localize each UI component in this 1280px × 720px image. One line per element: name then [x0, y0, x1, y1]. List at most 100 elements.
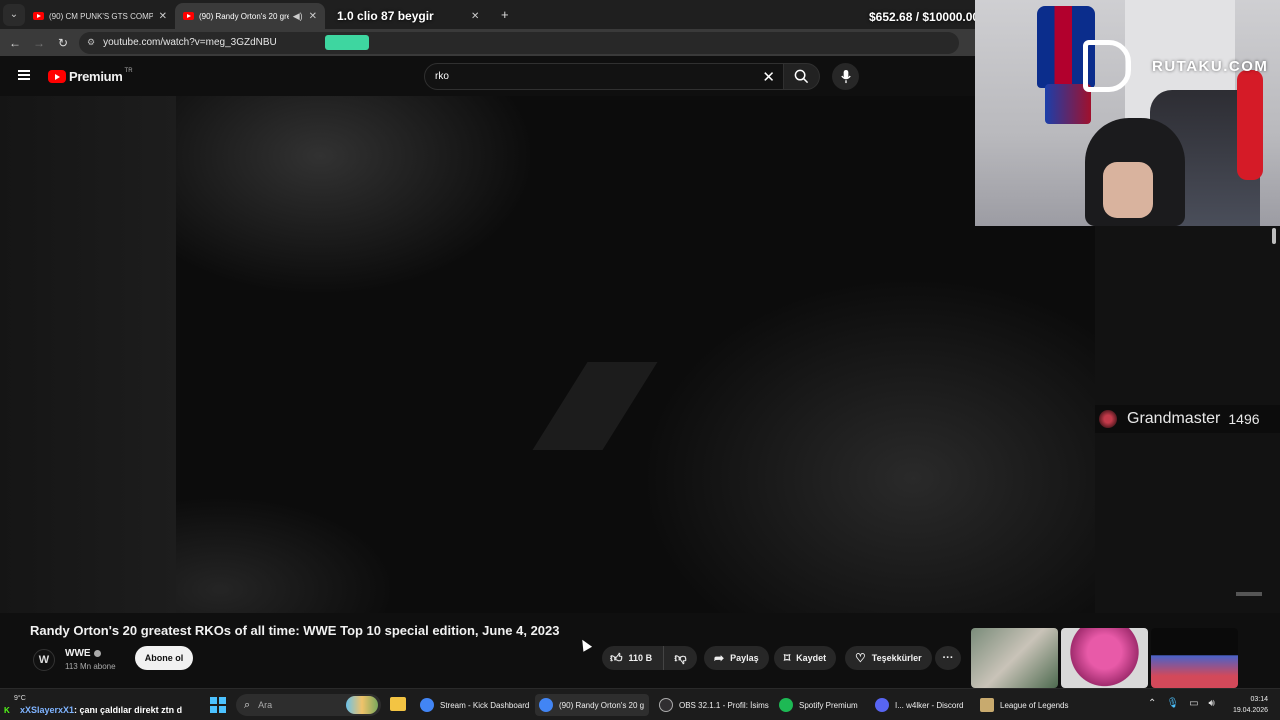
tab-cm-punk[interactable]: (90) CM PUNK'S GTS COMPILATI ✕ — [25, 3, 175, 29]
back-icon[interactable]: ← — [3, 36, 27, 50]
taskbar-app-league[interactable]: League of Legends — [976, 694, 1076, 716]
thanks-button[interactable]: ♡ Teşekkürler — [845, 646, 932, 670]
youtube-header: Premium TR rko ✕ — [0, 56, 975, 96]
video-title: Randy Orton's 20 greatest RKOs of all ti… — [30, 623, 560, 638]
subscriber-count: 113 Mn abone — [65, 662, 116, 671]
taskbar-search-input[interactable]: ⌕ Ara — [236, 694, 381, 716]
share-button[interactable]: ➦ Paylaş — [704, 646, 769, 670]
site-info-icon[interactable]: ⚙ — [87, 37, 95, 48]
rank-points: 1496 — [1228, 411, 1260, 427]
tab-randy-orton[interactable]: (90) Randy Orton's 20 great ◀) ✕ — [175, 3, 325, 29]
new-tab-button[interactable]: + — [501, 7, 509, 22]
related-video-thumbnail[interactable] — [1061, 628, 1148, 688]
address-bar: ← → ↻ ⚙ youtube.com/watch?v=meg_3GZdNBU — [0, 29, 975, 56]
webcam-microphone — [1237, 70, 1263, 180]
taskbar-app-discord[interactable]: I... w4lker - Discord — [871, 694, 971, 716]
clear-search-icon[interactable]: ✕ — [762, 68, 775, 86]
related-video-thumbnail[interactable] — [971, 628, 1058, 688]
taskbar-app-label: OBS 32.1.1 - Profil: İsimsi — [679, 700, 769, 710]
brand-text: RUTAKU.COM — [1152, 58, 1269, 75]
search-icon — [794, 69, 809, 84]
youtube-favicon-icon — [183, 12, 194, 20]
close-tab-icon[interactable]: ✕ — [159, 11, 167, 22]
verified-icon — [93, 649, 101, 657]
search-input[interactable]: rko ✕ — [424, 63, 784, 90]
share-label: Paylaş — [730, 653, 759, 663]
webcam-face — [1103, 162, 1153, 218]
like-dislike-group: 👍︎ 110 B 👎︎ — [602, 646, 697, 670]
kick-icon: K — [4, 706, 10, 715]
video-noise — [176, 496, 396, 613]
taskbar-app-label: Spotify Premium — [799, 700, 858, 710]
discord-icon — [875, 698, 889, 712]
spotify-icon — [779, 698, 793, 712]
chevron-up-icon[interactable]: ⌃ — [1148, 698, 1156, 709]
thumbs-up-icon: 👍︎ — [610, 650, 623, 665]
rank-name: Grandmaster — [1127, 410, 1221, 427]
screen: ⌄ (90) CM PUNK'S GTS COMPILATI ✕ (90) Ra… — [0, 0, 1280, 720]
microphone-icon — [840, 69, 851, 84]
overlay-green-bar — [325, 35, 369, 50]
search-button[interactable] — [784, 63, 820, 90]
url-text: youtube.com/watch?v=meg_3GZdNBU — [103, 37, 277, 48]
close-tab-icon[interactable]: ✕ — [471, 11, 479, 22]
search-icon: ⌕ — [244, 698, 251, 711]
voice-search-button[interactable] — [832, 63, 859, 90]
close-tab-icon[interactable]: ✕ — [309, 11, 317, 22]
car-overlay-text: 1.0 clio 87 beygir — [337, 9, 434, 23]
rank-badge: Grandmaster 1496 — [1095, 405, 1280, 433]
related-video-thumbnail[interactable] — [1151, 628, 1238, 688]
search-value: rko — [435, 71, 449, 82]
save-label: Kaydet — [796, 653, 827, 663]
rank-gem-icon — [1099, 410, 1117, 428]
file-explorer-icon[interactable] — [390, 697, 406, 711]
monitor-icon[interactable]: ▭ — [1189, 698, 1198, 709]
like-button[interactable]: 👍︎ 110 B — [602, 646, 664, 670]
scrollbar-thumb[interactable] — [1272, 228, 1276, 244]
video-left-panel — [0, 96, 176, 613]
browser-tab-strip: ⌄ (90) CM PUNK'S GTS COMPILATI ✕ (90) Ra… — [0, 0, 975, 29]
related-thumbnails — [971, 628, 1280, 688]
taskbar: 9°C K xXSlayerxX1: çanı çaldılar direkt … — [0, 688, 1280, 720]
video-player[interactable] — [0, 96, 1095, 613]
chat-marquee: xXSlayerxX1: çanı çaldılar direkt ztn d — [20, 705, 182, 715]
volume-icon[interactable]: 🔊︎ — [1209, 698, 1215, 709]
subscribe-watermark — [1236, 592, 1262, 596]
youtube-logo[interactable]: Premium TR — [48, 68, 133, 84]
reload-icon[interactable]: ↻ — [51, 36, 75, 50]
taskbar-app-label: League of Legends — [1000, 700, 1069, 710]
league-of-legends-icon — [980, 698, 994, 712]
system-tray: ⌃ 🎙︎ ▭ 🔊︎ — [1148, 698, 1215, 709]
more-actions-button[interactable]: ··· — [935, 646, 961, 670]
weather-widget[interactable]: 9°C — [14, 695, 26, 702]
chat-text: : çanı çaldılar direkt ztn d — [74, 705, 183, 715]
clock[interactable]: 03:14 19.04.2026 — [1228, 694, 1268, 716]
video-noise — [176, 96, 536, 296]
save-button[interactable]: ⌑ Kaydet — [774, 646, 837, 670]
tab-search-dropdown-icon[interactable]: ⌄ — [3, 3, 25, 26]
dislike-button[interactable]: 👎︎ — [664, 646, 697, 670]
video-meta: Randy Orton's 20 greatest RKOs of all ti… — [0, 613, 975, 688]
windows-start-icon[interactable] — [210, 697, 226, 713]
menu-icon[interactable] — [18, 70, 30, 80]
url-field[interactable]: ⚙ youtube.com/watch?v=meg_3GZdNBU — [79, 31, 959, 54]
webcam-overlay: RUTAKU.COM — [975, 0, 1280, 226]
channel-avatar[interactable]: W — [33, 649, 55, 671]
forward-icon[interactable]: → — [27, 36, 51, 50]
tab-title: (90) Randy Orton's 20 great — [199, 11, 289, 21]
brand-logo-icon — [1083, 40, 1131, 92]
tab-title: (90) CM PUNK'S GTS COMPILATI — [49, 11, 153, 21]
microphone-icon[interactable]: 🎙︎ — [1166, 698, 1179, 709]
thumbs-down-icon: 👎︎ — [674, 650, 687, 665]
taskbar-app-obs[interactable]: OBS 32.1.1 - Profil: İsimsi — [655, 694, 769, 716]
obs-icon — [659, 698, 673, 712]
taskbar-app-chrome-youtube[interactable]: (90) Randy Orton's 20 g — [535, 694, 649, 716]
search-highlight-icon — [346, 696, 378, 714]
clock-date: 19.04.2026 — [1232, 707, 1268, 714]
speaker-icon[interactable]: ◀) — [293, 11, 303, 22]
taskbar-app-spotify[interactable]: Spotify Premium — [775, 694, 867, 716]
taskbar-app-chrome-kick[interactable]: Stream - Kick Dashboard — [416, 694, 530, 716]
chrome-icon — [539, 698, 553, 712]
subscribe-button[interactable]: Abone ol — [135, 646, 193, 670]
channel-name[interactable]: WWE — [65, 648, 101, 659]
